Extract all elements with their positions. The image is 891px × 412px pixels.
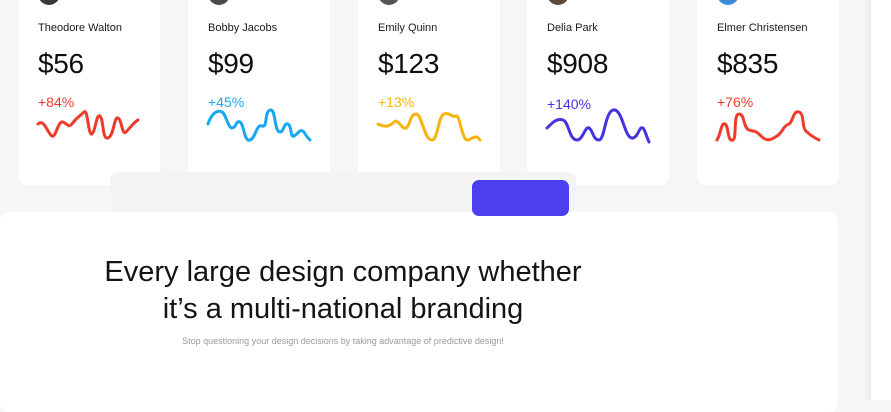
avatar: [38, 0, 60, 5]
sparkline-chart: [545, 108, 651, 144]
scroll-edge-shadow: [862, 0, 871, 400]
submit-button[interactable]: [472, 180, 569, 216]
headline-line-2: it’s a multi-national branding: [162, 293, 524, 325]
user-name: Emily Quinn: [378, 22, 438, 34]
sparkline-path: [545, 108, 651, 144]
avatar: [378, 0, 400, 5]
user-stat-card[interactable]: Theodore Walton $56 +84%: [18, 0, 160, 186]
user-stat-card[interactable]: Elmer Christensen $835 +76%: [697, 0, 839, 186]
user-stat-card[interactable]: Emily Quinn $123 +13%: [358, 0, 500, 186]
headline-line-1: Every large design company whether: [104, 256, 582, 288]
price-value: $56: [38, 48, 84, 79]
sparkline-chart: [206, 108, 312, 142]
scrollbar-track[interactable]: [871, 0, 891, 400]
promo-panel: Every large design company whether it’s …: [0, 212, 838, 412]
avatar: [717, 0, 739, 5]
user-name: Elmer Christensen: [717, 22, 808, 34]
price-value: $908: [547, 48, 609, 79]
user-stat-card[interactable]: Delia Park $908 +140%: [527, 0, 669, 186]
promo-headline: Every large design company whether it’s …: [43, 254, 643, 328]
user-name: Bobby Jacobs: [208, 22, 278, 34]
sparkline-chart: [36, 110, 140, 140]
promo-subtext: Stop questioning your design decisions b…: [182, 336, 504, 346]
sparkline-path: [206, 108, 312, 142]
user-stat-card[interactable]: Bobby Jacobs $99 +45%: [188, 0, 330, 186]
sparkline-path: [36, 110, 140, 140]
price-value: $123: [378, 48, 440, 79]
sparkline-path: [715, 110, 821, 142]
price-value: $835: [717, 48, 779, 79]
user-name: Delia Park: [547, 22, 598, 34]
sparkline-chart: [376, 112, 482, 142]
sparkline-path: [376, 112, 482, 142]
sparkline-chart: [715, 110, 821, 142]
avatar: [547, 0, 569, 5]
price-value: $99: [208, 48, 254, 79]
avatar: [208, 0, 230, 5]
user-name: Theodore Walton: [38, 22, 122, 34]
